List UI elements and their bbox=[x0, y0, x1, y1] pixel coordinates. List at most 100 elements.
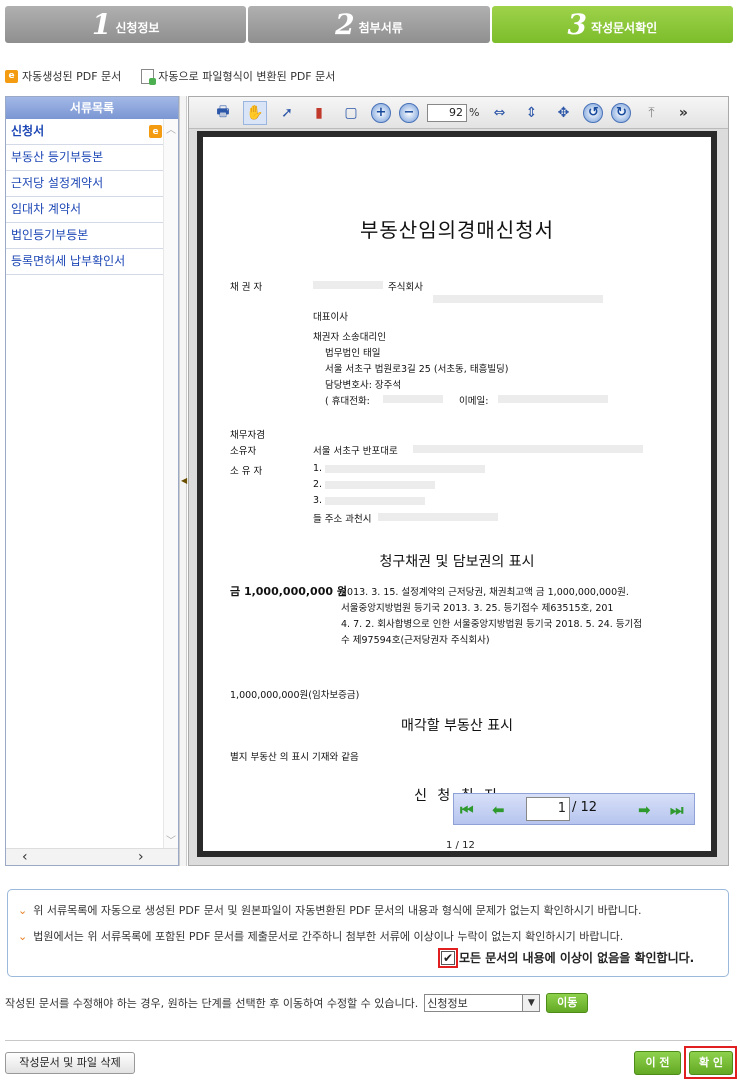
doc-item-mortgage-contract[interactable]: 근저당 설정계약서 bbox=[6, 171, 164, 197]
confirm-button-highlight: 확 인 bbox=[684, 1046, 737, 1079]
divider bbox=[5, 1040, 732, 1041]
contact: ( 휴대전화: bbox=[325, 396, 370, 407]
creditor-company: 주식회사 bbox=[388, 282, 423, 293]
lawyer: 담당변호사: 장주석 bbox=[325, 380, 402, 391]
owner-label: 소유자 bbox=[230, 446, 257, 457]
modify-row: 작성된 문서를 수정해야 하는 경우, 원하는 단계를 선택한 후 이동하여 수… bbox=[5, 993, 589, 1013]
zoom-unit: % bbox=[469, 106, 480, 119]
thumbnail-icon[interactable]: ▢ bbox=[339, 101, 363, 125]
doc-item-application[interactable]: 신청서 e bbox=[6, 119, 164, 145]
converted-pdf-icon bbox=[141, 68, 157, 85]
claim-section-title: 청구채권 및 담보권의 표시 bbox=[379, 554, 535, 570]
step-label: 첨부서류 bbox=[358, 21, 403, 35]
fit-height-icon[interactable]: ⇕ bbox=[519, 101, 543, 125]
print-icon[interactable]: 🖶 bbox=[211, 101, 235, 125]
owner2-line: 1. bbox=[313, 463, 323, 474]
document-title: 부동산임의경매신청서 bbox=[360, 218, 554, 242]
chevron-down-icon: ⌄ bbox=[18, 904, 28, 917]
step-number: 2 bbox=[335, 7, 355, 41]
notice-text: 법원에서는 위 서류목록에 포함된 PDF 문서를 제출문서로 간주하니 첨부한… bbox=[33, 930, 624, 943]
prev-page-icon[interactable]: ⬅ bbox=[492, 801, 505, 819]
step-3: 3 작성문서확인 bbox=[491, 6, 733, 43]
page-count: 1 / 12 bbox=[446, 840, 475, 851]
rotate-left-icon[interactable]: ↺ bbox=[583, 102, 604, 123]
scroll-right-icon[interactable]: › bbox=[138, 849, 144, 866]
scroll-left-icon[interactable]: ‹ bbox=[22, 849, 28, 866]
confirm-checkbox-label[interactable]: 모든 문서의 내용에 이상이 없음을 확인합니다. bbox=[459, 949, 694, 966]
hand-tool-icon[interactable]: ✋ bbox=[243, 100, 267, 125]
doc-item-label: 부동산 등기부등본 bbox=[11, 150, 104, 164]
next-page-icon[interactable]: ➡ bbox=[638, 801, 651, 819]
step-select[interactable]: 신청정보 ▼ bbox=[424, 994, 541, 1012]
auto-pdf-icon: e bbox=[5, 69, 18, 83]
confirm-checkbox[interactable]: ✔ bbox=[438, 947, 458, 968]
fit-width-icon[interactable]: ⇔ bbox=[487, 101, 511, 125]
viewer-toolbar: 🖶 ✋ ➚ ▮ ▢ + − 92 % ⇔ ⇕ ✥ ↺ ↻ ⤒ » bbox=[189, 97, 728, 129]
document-list-panel: 서류목록 신청서 e 부동산 등기부등본 근저당 설정계약서 임대차 계약서 법… bbox=[5, 96, 179, 866]
zoom-out-icon[interactable]: − bbox=[399, 102, 419, 123]
doc-item-corp-registry[interactable]: 법인등기부등본 bbox=[6, 223, 164, 249]
notice-line-1: ⌄ 위 서류목록에 자동으로 생성된 PDF 문서 및 원본파일이 자동변환된 P… bbox=[18, 902, 642, 918]
doc-item-label: 임대차 계약서 bbox=[11, 202, 82, 216]
step-select-value: 신청정보 bbox=[427, 997, 468, 1010]
doc-item-label: 신청서 bbox=[11, 124, 45, 138]
page-number-input[interactable]: 1 bbox=[526, 797, 570, 821]
confirm-button[interactable]: 확 인 bbox=[689, 1051, 733, 1075]
select-tool-icon[interactable]: ➚ bbox=[275, 101, 299, 125]
redaction bbox=[313, 281, 383, 289]
last-page-icon[interactable]: ⏭ bbox=[670, 801, 684, 819]
scroll-down-icon[interactable]: ﹀ bbox=[166, 832, 176, 847]
doc-item-label: 근저당 설정계약서 bbox=[11, 176, 104, 190]
more-tools-icon[interactable]: » bbox=[671, 101, 695, 125]
move-button[interactable]: 이동 bbox=[546, 993, 589, 1013]
owner2-line: 2. bbox=[313, 479, 323, 490]
notice-text: 위 서류목록에 자동으로 생성된 PDF 문서 및 원본파일이 자동변환된 PD… bbox=[33, 904, 642, 917]
property-section-title: 매각할 부동산 표시 bbox=[401, 718, 513, 734]
chevron-down-icon: ⌄ bbox=[18, 930, 28, 943]
redaction bbox=[325, 497, 425, 505]
scroll-up-icon[interactable]: ︿ bbox=[166, 121, 176, 136]
total-pages: / 12 bbox=[572, 800, 598, 815]
vertical-scrollbar[interactable]: ︿ ﹀ bbox=[163, 119, 178, 849]
previous-button[interactable]: 이 전 bbox=[634, 1051, 681, 1075]
redaction bbox=[325, 465, 485, 473]
owner2-line: 들 주소 과천시 bbox=[313, 514, 372, 525]
fit-page-icon[interactable]: ✥ bbox=[551, 101, 575, 125]
upload-icon[interactable]: ⤒ bbox=[639, 101, 663, 125]
owner2-label: 소 유 자 bbox=[230, 466, 263, 477]
claim-amount: 금 1,000,000,000 원 bbox=[230, 585, 347, 598]
creditor-label: 채 권 자 bbox=[230, 282, 263, 293]
horizontal-scrollbar[interactable]: ‹ › bbox=[6, 848, 178, 865]
step-label: 신청정보 bbox=[115, 21, 160, 35]
page-navigator: ⏮ ⬅ 1 / 12 ➡ ⏭ bbox=[453, 793, 695, 825]
doc-item-tax-receipt[interactable]: 등록면허세 납부확인서 bbox=[6, 249, 164, 275]
claim-line: 4. 7. 2. 회사합병으로 인한 서울중앙지방법원 등기국 2018. 5.… bbox=[341, 619, 643, 630]
debtor-label: 채무자겸 bbox=[230, 430, 265, 441]
email: 이메일: bbox=[459, 396, 489, 407]
chevron-down-icon[interactable]: ▼ bbox=[522, 995, 540, 1011]
bookmark-icon[interactable]: ▮ bbox=[307, 101, 331, 125]
converted-pdf-label: 자동으로 파일형식이 변환된 PDF 문서 bbox=[158, 70, 336, 83]
collapse-arrow-icon[interactable]: ◀ bbox=[181, 476, 187, 485]
doc-item-lease-contract[interactable]: 임대차 계약서 bbox=[6, 197, 164, 223]
step-number: 1 bbox=[91, 7, 112, 41]
confirm-checkbox-row[interactable]: ✔ 모든 문서의 내용에 이상이 없음을 확인합니다. bbox=[438, 947, 694, 968]
redaction bbox=[325, 481, 435, 489]
first-page-icon[interactable]: ⏮ bbox=[460, 801, 474, 819]
firm-address: 서울 서초구 법원로3길 25 (서초동, 태흥빌딩) bbox=[325, 364, 509, 375]
claim-line: 2013. 3. 15. 설정계약의 근저당권, 채권최고액 금 1,000,0… bbox=[341, 587, 629, 598]
doc-item-registry[interactable]: 부동산 등기부등본 bbox=[6, 145, 164, 171]
doc-item-label: 법인등기부등본 bbox=[11, 228, 89, 242]
doc-item-label: 등록면허세 납부확인서 bbox=[11, 254, 126, 268]
delete-documents-button[interactable]: 작성문서 및 파일 삭제 bbox=[5, 1052, 135, 1074]
redaction bbox=[378, 513, 498, 521]
step-number: 3 bbox=[567, 7, 587, 41]
step-2: 2 첨부서류 bbox=[248, 6, 490, 43]
page-frame: 부동산임의경매신청서 채 권 자 주식회사 대표이사 채권자 소송대리인 법무법… bbox=[197, 131, 717, 857]
rotate-right-icon[interactable]: ↻ bbox=[611, 102, 632, 123]
zoom-in-icon[interactable]: + bbox=[371, 102, 391, 123]
zoom-input[interactable]: 92 bbox=[427, 103, 467, 122]
claim-line: 서울중앙지방법원 등기국 2013. 3. 25. 등기접수 제63515호, … bbox=[341, 603, 614, 614]
document-list-title: 서류목록 bbox=[6, 97, 178, 119]
panel-splitter[interactable]: ◀ bbox=[179, 96, 187, 866]
